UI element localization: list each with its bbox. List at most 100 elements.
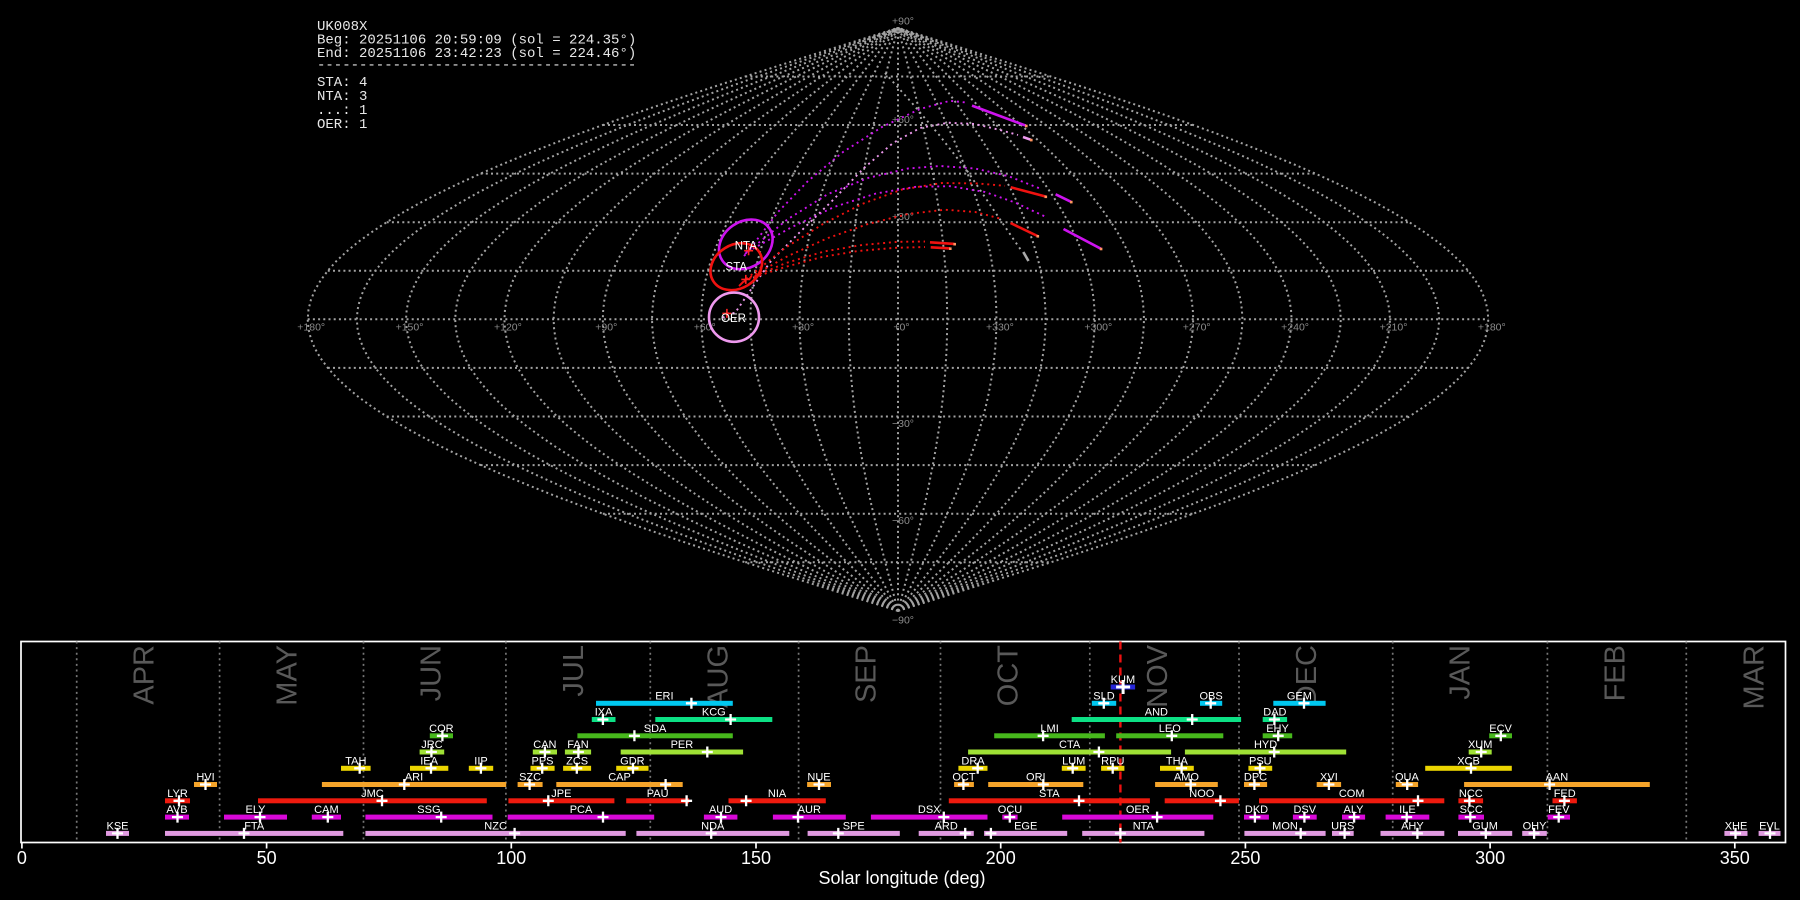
svg-text:+300°: +300° [1084, 322, 1112, 334]
svg-text:−30°: −30° [892, 418, 914, 430]
svg-text:KUM: KUM [1111, 674, 1135, 686]
svg-text:ELY: ELY [246, 804, 267, 816]
svg-text:RPU: RPU [1101, 755, 1124, 767]
svg-text:NCC: NCC [1459, 788, 1483, 800]
svg-text:DAD: DAD [1263, 707, 1286, 719]
svg-text:STA: STA [726, 262, 748, 274]
svg-text:PAU: PAU [647, 788, 669, 800]
svg-text:GDR: GDR [620, 755, 645, 767]
svg-text:+90°: +90° [892, 15, 914, 27]
svg-text:+210°: +210° [1380, 322, 1408, 334]
svg-text:PCA: PCA [570, 804, 593, 816]
svg-text:OER: OER [721, 313, 746, 325]
svg-text:250: 250 [1230, 848, 1260, 868]
svg-text:AHY: AHY [1401, 820, 1424, 832]
svg-text:AUD: AUD [709, 804, 732, 816]
svg-text:KCG: KCG [702, 707, 726, 719]
svg-text:−60°: −60° [892, 515, 914, 527]
svg-text:LYR: LYR [167, 788, 188, 800]
svg-text:AVB: AVB [166, 804, 187, 816]
svg-text:+30°: +30° [792, 322, 814, 334]
svg-text:NUE: NUE [807, 772, 830, 784]
svg-text:LEO: LEO [1159, 723, 1181, 735]
svg-text:MAY: MAY [272, 645, 304, 706]
svg-text:0: 0 [17, 848, 27, 868]
svg-text:HVI: HVI [196, 772, 214, 784]
svg-text:DKD: DKD [1245, 804, 1268, 816]
svg-text:GUM: GUM [1472, 820, 1498, 832]
svg-text:NDA: NDA [701, 820, 725, 832]
svg-text:+0°: +0° [893, 322, 909, 334]
svg-text:SSG: SSG [417, 804, 440, 816]
svg-text:ILE: ILE [1399, 804, 1416, 816]
svg-text:IIP: IIP [474, 755, 487, 767]
svg-text:AMO: AMO [1174, 772, 1200, 784]
svg-text:JPE: JPE [551, 788, 571, 800]
svg-text:NTA: NTA [1133, 820, 1155, 832]
svg-text:JRC: JRC [421, 739, 442, 751]
svg-text:SDA: SDA [644, 723, 667, 735]
svg-text:KSE: KSE [106, 820, 128, 832]
svg-text:JUN: JUN [416, 645, 448, 701]
svg-text:OER: OER [1126, 804, 1150, 816]
svg-text:FED: FED [1554, 788, 1576, 800]
svg-text:COM: COM [1339, 788, 1365, 800]
svg-text:+150°: +150° [396, 322, 424, 334]
svg-text:EHY: EHY [1266, 723, 1289, 735]
svg-text:PER: PER [671, 739, 694, 751]
svg-text:JUL: JUL [558, 645, 590, 697]
svg-text:EGE: EGE [1014, 820, 1037, 832]
svg-text:DSV: DSV [1293, 804, 1316, 816]
svg-text:SCC: SCC [1460, 804, 1483, 816]
svg-text:SPE: SPE [843, 820, 865, 832]
svg-text:NZC: NZC [484, 820, 507, 832]
svg-text:ARD: ARD [935, 820, 958, 832]
svg-text:DPC: DPC [1244, 772, 1267, 784]
svg-text:CAP: CAP [608, 772, 631, 784]
svg-text:PPS: PPS [531, 755, 553, 767]
svg-text:ALY: ALY [1344, 804, 1365, 816]
svg-text:GEM: GEM [1287, 690, 1312, 702]
svg-text:+270°: +270° [1183, 322, 1211, 334]
svg-text:XCB: XCB [1457, 755, 1480, 767]
svg-text:CAN: CAN [533, 739, 556, 751]
svg-text:------------------------------: -------------------------------------- [317, 58, 636, 74]
svg-text:FAN: FAN [567, 739, 588, 751]
svg-text:DRA: DRA [961, 755, 985, 767]
svg-text:SEP: SEP [851, 645, 883, 703]
svg-text:OER: 1: OER: 1 [317, 117, 367, 133]
svg-text:APR: APR [129, 645, 161, 705]
svg-text:OBS: OBS [1199, 690, 1222, 702]
svg-text:NOO: NOO [1189, 788, 1215, 800]
svg-text:ZCS: ZCS [566, 755, 588, 767]
svg-text:ECV: ECV [1489, 723, 1512, 735]
svg-text:STA: STA [1039, 788, 1060, 800]
svg-text:AUG: AUG [702, 645, 734, 708]
svg-text:THA: THA [1166, 755, 1189, 767]
svg-text:+60°: +60° [892, 114, 914, 126]
svg-text:350: 350 [1720, 848, 1750, 868]
svg-text:XHE: XHE [1725, 820, 1748, 832]
svg-text:CAM: CAM [314, 804, 338, 816]
svg-text:OCU: OCU [998, 804, 1023, 816]
svg-text:+180°: +180° [297, 322, 325, 334]
svg-text:URS: URS [1331, 820, 1354, 832]
svg-text:200: 200 [986, 848, 1016, 868]
svg-text:PSU: PSU [1249, 755, 1272, 767]
svg-text:ARI: ARI [405, 772, 423, 784]
svg-text:FEB: FEB [1599, 645, 1631, 701]
svg-text:Solar longitude (deg): Solar longitude (deg) [818, 868, 985, 888]
svg-text:FEV: FEV [1548, 804, 1570, 816]
svg-text:NTA: NTA [735, 240, 757, 252]
svg-text:MAR: MAR [1738, 645, 1770, 709]
svg-text:ORI: ORI [1026, 772, 1046, 784]
svg-text:OHY: OHY [1523, 820, 1548, 832]
svg-text:HYD: HYD [1254, 739, 1277, 751]
svg-text:NOV: NOV [1142, 644, 1174, 708]
svg-text:NIA: NIA [768, 788, 787, 800]
svg-text:LMI: LMI [1040, 723, 1058, 735]
svg-text:SLD: SLD [1093, 690, 1114, 702]
svg-text:+90°: +90° [595, 322, 617, 334]
svg-text:OCT: OCT [993, 645, 1025, 707]
svg-text:XUM: XUM [1468, 739, 1492, 751]
